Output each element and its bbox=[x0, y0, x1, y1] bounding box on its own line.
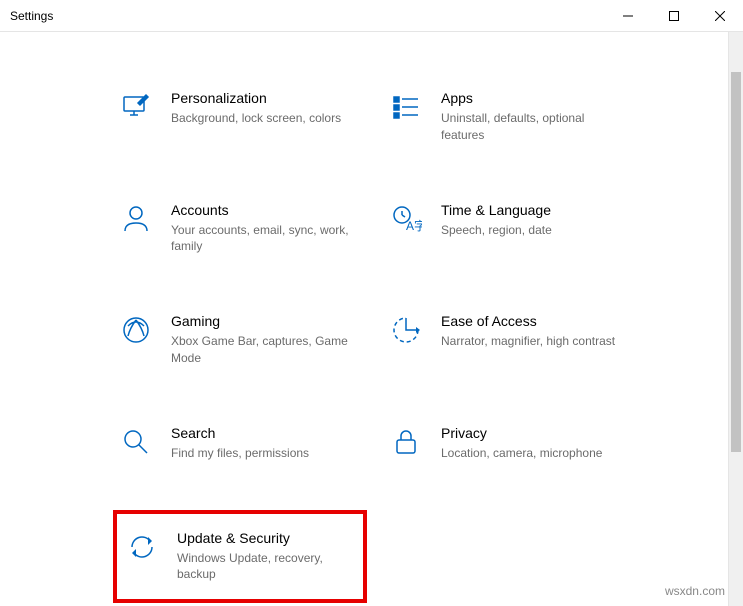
svg-text:A字: A字 bbox=[406, 218, 422, 233]
gaming-icon bbox=[119, 313, 153, 347]
tile-text: Personalization Background, lock screen,… bbox=[171, 90, 361, 144]
tile-desc: Xbox Game Bar, captures, Game Mode bbox=[171, 333, 361, 367]
tile-accounts[interactable]: Accounts Your accounts, email, sync, wor… bbox=[115, 194, 365, 264]
tile-desc: Uninstall, defaults, optional features bbox=[441, 110, 631, 144]
vertical-scrollbar[interactable] bbox=[728, 32, 743, 606]
apps-icon bbox=[389, 90, 423, 124]
tile-title: Privacy bbox=[441, 425, 631, 441]
window-controls bbox=[605, 0, 743, 31]
tile-desc: Narrator, magnifier, high contrast bbox=[441, 333, 631, 350]
tile-gaming[interactable]: Gaming Xbox Game Bar, captures, Game Mod… bbox=[115, 305, 365, 375]
tile-text: Accounts Your accounts, email, sync, wor… bbox=[171, 202, 361, 256]
tile-ease-of-access[interactable]: Ease of Access Narrator, magnifier, high… bbox=[385, 305, 635, 375]
watermark: wsxdn.com bbox=[665, 584, 725, 598]
scrollbar-thumb[interactable] bbox=[731, 72, 741, 452]
tile-title: Update & Security bbox=[177, 530, 355, 546]
time-language-icon: A字 bbox=[389, 202, 423, 236]
tile-search[interactable]: Search Find my files, permissions bbox=[115, 417, 365, 470]
settings-grid: Personalization Background, lock screen,… bbox=[0, 32, 743, 601]
tile-desc: Find my files, permissions bbox=[171, 445, 361, 462]
tile-title: Search bbox=[171, 425, 361, 441]
tile-desc: Background, lock screen, colors bbox=[171, 110, 361, 127]
minimize-button[interactable] bbox=[605, 0, 651, 31]
tile-title: Gaming bbox=[171, 313, 361, 329]
close-button[interactable] bbox=[697, 0, 743, 31]
tile-desc: Speech, region, date bbox=[441, 222, 631, 239]
maximize-button[interactable] bbox=[651, 0, 697, 31]
tile-title: Personalization bbox=[171, 90, 361, 106]
ease-of-access-icon bbox=[389, 313, 423, 347]
search-icon bbox=[119, 425, 153, 459]
tile-text: Ease of Access Narrator, magnifier, high… bbox=[441, 313, 631, 367]
tile-text: Update & Security Windows Update, recove… bbox=[177, 530, 355, 584]
tile-personalization[interactable]: Personalization Background, lock screen,… bbox=[115, 82, 365, 152]
tile-desc: Your accounts, email, sync, work, family bbox=[171, 222, 361, 256]
tile-time-language[interactable]: A字 Time & Language Speech, region, date bbox=[385, 194, 635, 264]
tile-title: Accounts bbox=[171, 202, 361, 218]
tile-text: Search Find my files, permissions bbox=[171, 425, 361, 462]
tile-privacy[interactable]: Privacy Location, camera, microphone bbox=[385, 417, 635, 470]
tile-update-security[interactable]: Update & Security Windows Update, recove… bbox=[115, 512, 365, 602]
tile-text: Gaming Xbox Game Bar, captures, Game Mod… bbox=[171, 313, 361, 367]
accounts-icon bbox=[119, 202, 153, 236]
tile-title: Apps bbox=[441, 90, 631, 106]
tile-text: Time & Language Speech, region, date bbox=[441, 202, 631, 256]
tile-title: Ease of Access bbox=[441, 313, 631, 329]
update-security-icon bbox=[125, 530, 159, 564]
personalization-icon bbox=[119, 90, 153, 124]
tile-apps[interactable]: Apps Uninstall, defaults, optional featu… bbox=[385, 82, 635, 152]
tile-desc: Location, camera, microphone bbox=[441, 445, 631, 462]
tile-text: Apps Uninstall, defaults, optional featu… bbox=[441, 90, 631, 144]
tile-desc: Windows Update, recovery, backup bbox=[177, 550, 355, 584]
tile-title: Time & Language bbox=[441, 202, 631, 218]
privacy-icon bbox=[389, 425, 423, 459]
tile-text: Privacy Location, camera, microphone bbox=[441, 425, 631, 462]
window-title: Settings bbox=[10, 9, 53, 23]
titlebar: Settings bbox=[0, 0, 743, 32]
